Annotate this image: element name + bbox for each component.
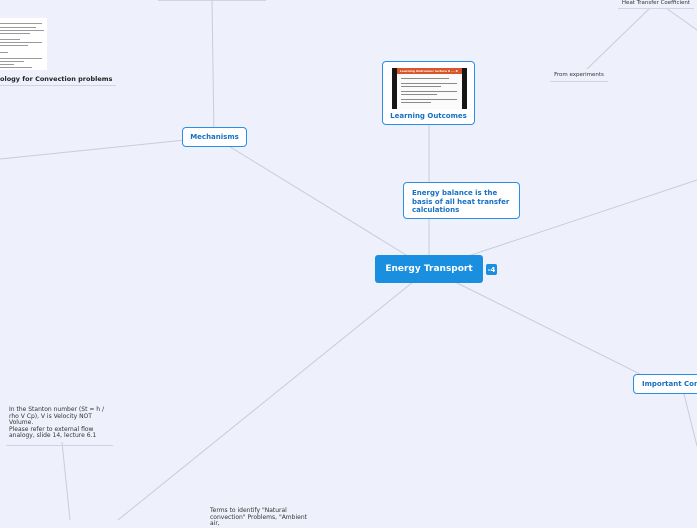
note-natural-convection-terms[interactable]: Terms to identify "Natural convection" P… [207,507,317,528]
link-lower-left [117,268,430,520]
terminology-document-thumbnail [0,18,47,70]
topic-important-concepts-label: Important Con [642,380,697,388]
link-htc-experiments [586,7,651,70]
note-from-experiments[interactable]: From experiments [550,72,608,82]
central-topic[interactable]: Energy Transport [375,255,483,283]
central-topic-label: Energy Transport [385,264,473,274]
note-heat-transfer-coefficient[interactable]: Heat Transfer Coefficient [618,0,694,9]
link-important-sub [683,393,697,447]
note-stanton-number[interactable]: In the Stanton number (St = h / rho V Cp… [6,406,113,446]
note-stanton-number-text: In the Stanton number (St = h / rho V Cp… [9,406,105,439]
link-stanton-down [61,441,71,520]
note-terminology[interactable]: ology for Convection problems [0,75,116,86]
topic-mechanisms[interactable]: Mechanisms [182,127,247,147]
learning-outcomes-slide-image: Learning Outcomes: lecture 6 ... 8 [392,68,467,109]
link-mechanisms [213,136,430,270]
mindmap-canvas[interactable]: Energy Transport -4 Mechanisms Learning … [0,0,697,527]
topic-important-concepts[interactable]: Important Con [633,374,697,394]
link-htc-right [665,7,697,31]
topic-energy-balance[interactable]: Energy balance is the basis of all heat … [403,182,520,219]
link-important [428,268,661,385]
topic-learning-outcomes-label: Learning Outcomes [390,112,467,120]
topic-learning-outcomes[interactable]: Learning Outcomes: lecture 6 ... 8 Learn… [382,61,475,125]
topic-energy-balance-label: Energy balance is the basis of all heat … [412,189,510,214]
collapse-branch-icon[interactable]: -4 [486,264,497,275]
link-mechanisms-top [211,0,215,138]
top-branch-underline [158,0,266,1]
topic-mechanisms-label: Mechanisms [190,133,239,141]
